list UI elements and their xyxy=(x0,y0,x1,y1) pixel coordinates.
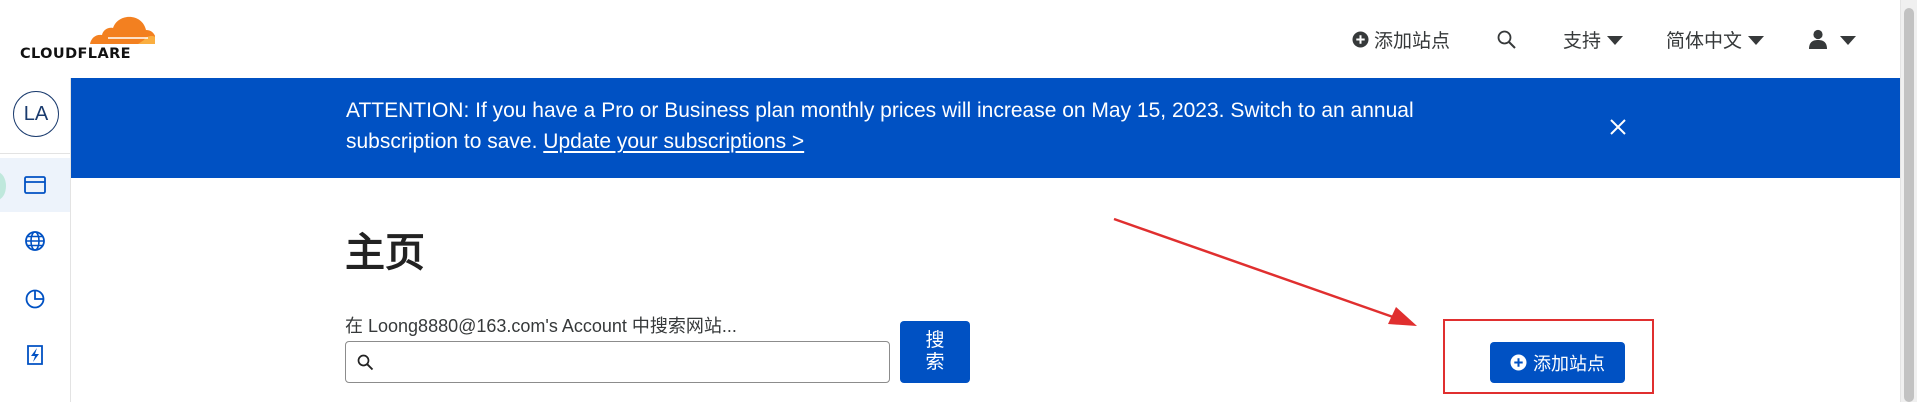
banner-text: ATTENTION: If you have a Pro or Business… xyxy=(346,99,1414,153)
language-menu[interactable]: 简体中文 xyxy=(1666,24,1765,54)
update-subscriptions-link[interactable]: Update your subscriptions > xyxy=(543,130,804,153)
cloudflare-cloud-icon xyxy=(90,16,155,44)
site-search-button[interactable]: 搜索 xyxy=(900,321,970,383)
analytics-pie-icon xyxy=(25,289,45,309)
header-add-site-label: 添加站点 xyxy=(1374,30,1451,52)
cloudflare-logo[interactable]: CLOUDFLARE xyxy=(20,12,155,62)
site-search-button-label: 搜索 xyxy=(925,330,945,373)
globe-icon xyxy=(25,231,45,251)
site-search-input[interactable] xyxy=(384,344,884,380)
sidebar-item-workers[interactable] xyxy=(22,342,48,368)
sidebar-item-websites[interactable] xyxy=(22,172,48,198)
sidebar: LA xyxy=(0,78,71,402)
close-icon xyxy=(1610,119,1626,135)
header-search-button[interactable] xyxy=(1497,24,1516,54)
account-avatar[interactable]: LA xyxy=(13,91,59,137)
vertical-scrollbar[interactable] xyxy=(1900,0,1917,402)
search-icon xyxy=(357,354,374,371)
website-icon xyxy=(24,176,46,194)
banner-close-button[interactable] xyxy=(1608,117,1628,137)
chevron-down-icon xyxy=(1607,35,1624,45)
sidebar-divider xyxy=(0,153,70,154)
sidebar-item-analytics[interactable] xyxy=(22,285,48,311)
logo-text: CLOUDFLARE xyxy=(20,46,131,62)
site-search-label: 在 Loong8880@163.com's Account 中搜索网站... xyxy=(345,316,737,336)
scrollbar-thumb[interactable] xyxy=(1904,8,1914,402)
language-label: 简体中文 xyxy=(1666,30,1743,52)
user-icon xyxy=(1809,29,1827,49)
sidebar-item-domain-registration[interactable] xyxy=(22,228,48,254)
chevron-down-icon xyxy=(1840,35,1856,45)
support-menu[interactable]: 支持 xyxy=(1563,24,1624,54)
search-icon xyxy=(1497,30,1516,49)
site-search-field[interactable] xyxy=(345,341,890,383)
banner-message: ATTENTION: If you have a Pro or Business… xyxy=(346,95,1496,157)
user-menu[interactable] xyxy=(1808,24,1856,54)
chevron-down-icon xyxy=(1748,35,1765,45)
support-label: 支持 xyxy=(1563,30,1602,52)
top-header: CLOUDFLARE 添加站点 支持 简体中文 xyxy=(0,0,1900,78)
annotation-highlight-box xyxy=(1443,319,1654,394)
page-title: 主页 xyxy=(345,231,425,275)
header-add-site-link[interactable]: 添加站点 xyxy=(1352,24,1450,54)
price-increase-banner: ATTENTION: If you have a Pro or Business… xyxy=(71,78,1900,178)
plus-circle-icon xyxy=(1352,31,1369,47)
workers-bolt-icon xyxy=(27,345,43,365)
